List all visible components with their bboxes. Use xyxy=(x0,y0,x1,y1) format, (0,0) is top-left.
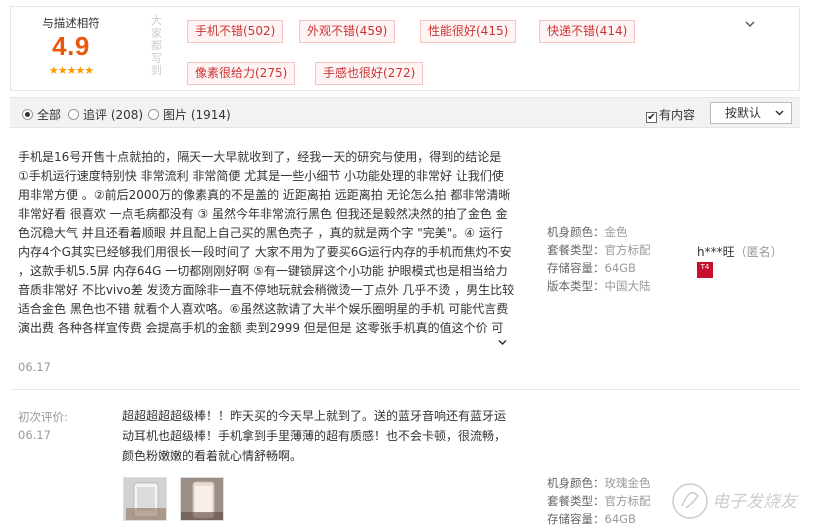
review-line: 适合金色 黑色也不错 就看个人喜欢咯。⑥虽然这款请了大半个娱乐圈明星的手机 可能… xyxy=(18,302,509,316)
first-review-label: 初次评价: xyxy=(18,410,68,424)
review-line: ①手机运行速度特别快 非常流利 非常简便 尤其是一些小细节 小功能处理的非常好 … xyxy=(18,169,504,183)
tag-item[interactable]: 手感也很好(272) xyxy=(315,62,424,85)
tag-item[interactable]: 外观不错(459) xyxy=(299,20,396,43)
radio-icon xyxy=(148,109,159,120)
tags-title: 大家都写到 xyxy=(151,14,162,77)
tag-item[interactable]: 性能很好(415) xyxy=(420,20,517,43)
filter-all-label: 全部 xyxy=(37,108,62,122)
sort-select[interactable]: 按默认 xyxy=(710,102,792,124)
chevron-down-icon[interactable] xyxy=(745,18,755,31)
review-line: 内存4个G其实已经够我们用很长一段时间了 大家不用为了要买6G运行内存的手机而焦… xyxy=(18,245,512,259)
review-date: 06.17 xyxy=(18,360,51,374)
has-content-checkbox[interactable]: ✔ 有内容 xyxy=(646,106,695,123)
review-date: 06.17 xyxy=(18,428,51,442)
tag-item[interactable]: 快递不错(414) xyxy=(539,20,636,43)
chevron-down-icon xyxy=(775,103,784,131)
tag-item[interactable]: 手机不错(502) xyxy=(187,20,284,43)
sku-prop-row: 机身颜色：玫瑰金色 xyxy=(547,476,651,490)
filter-all-radio[interactable]: 全部 xyxy=(22,106,61,123)
filter-images-label: 图片 (1914) xyxy=(163,108,231,122)
sort-select-value: 按默认 xyxy=(725,106,762,120)
review-photo-thumbnail[interactable] xyxy=(180,477,224,521)
score-block: 与描述相符 4.9 ★★★★★ xyxy=(11,7,131,90)
has-content-label: 有内容 xyxy=(659,108,696,122)
sku-prop-row: 版本类型：中国大陆 xyxy=(547,279,651,293)
sku-prop-row: 存储容量：64GB xyxy=(547,512,636,526)
review-divider xyxy=(10,389,800,390)
member-level-badge-icon: T4 xyxy=(697,262,713,278)
review-line: 动耳机也超级棒！手机拿到手里薄薄的超有质感！也不会卡顿，很流畅， xyxy=(122,429,507,443)
score-caption: 与描述相符 xyxy=(42,16,100,30)
tag-item[interactable]: 像素很给力(275) xyxy=(187,62,296,85)
filter-images-radio[interactable]: 图片 (1914) xyxy=(148,106,231,123)
review-line: ，这款手机5.5屏 内存64G 一切都刚刚好啊 ⑤有一键锁屏这个小功能 护眼模式… xyxy=(18,264,508,278)
reviewer-name[interactable]: h***旺（匿名） xyxy=(697,243,783,260)
sku-props: 机身颜色：金色 套餐类型：官方标配 存储容量：64GB 版本类型：中国大陆 xyxy=(547,223,651,295)
sku-props: 机身颜色：玫瑰金色 套餐类型：官方标配 存储容量：64GB xyxy=(547,474,651,528)
filter-append-label: 追评 (208) xyxy=(83,108,144,122)
review-photo-thumbnail[interactable] xyxy=(123,477,167,521)
review-content: 超超超超超级棒！！昨天买的今天早上就到了。送的蓝牙音响还有蓝牙运 动耳机也超级棒… xyxy=(122,406,506,466)
sku-prop-row: 机身颜色：金色 xyxy=(547,225,628,239)
filter-append-radio[interactable]: 追评 (208) xyxy=(68,106,143,123)
review-line: 超超超超超级棒！！昨天买的今天早上就到了。送的蓝牙音响还有蓝牙运 xyxy=(122,409,507,423)
svg-text:电子发烧友: 电子发烧友 xyxy=(712,492,799,512)
sku-prop-row: 存储容量：64GB xyxy=(547,261,636,275)
review-content: 手机是16号开售十点就拍的，隔天一大早就收到了，经我一天的研究与使用，得到的结论… xyxy=(18,148,514,338)
review-line: 手机是16号开售十点就拍的，隔天一大早就收到了，经我一天的研究与使用，得到的结论… xyxy=(18,150,502,164)
review-line: 颜色粉嫩嫩的看着就心情舒畅啊。 xyxy=(122,449,303,463)
watermark-logo: 电子发烧友 xyxy=(670,478,810,524)
radio-selected-icon xyxy=(22,109,33,120)
rating-summary: 与描述相符 4.9 ★★★★★ 大家都写到 手机不错(502) 外观不错(459… xyxy=(10,6,800,91)
anonymous-label: （匿名） xyxy=(734,245,783,259)
review-line: 演出费 各种各样宣传费 会提高手机的金额 卖到2999 但是但是 这零张手机真的… xyxy=(18,321,504,335)
review-line: 非常好看 很喜欢 一点毛病都没有 ③ 虽然今年非常流行黑色 但我还是毅然决然的拍… xyxy=(18,207,508,221)
star-rating: ★★★★★ xyxy=(48,64,94,77)
sku-prop-row: 套餐类型：官方标配 xyxy=(547,494,651,508)
review-line: 音质非常好 不比vivo差 发烫方面除非一直不停地玩就会稍微烫一丁点外 几乎不烫… xyxy=(18,283,515,297)
radio-icon xyxy=(68,109,79,120)
score-value: 4.9 xyxy=(52,31,90,61)
expand-review-icon[interactable] xyxy=(498,338,507,349)
review-line: 色沉稳大气 并且还看着顺眼 并且配上自己买的黑色壳子 ，真的就是两个字 "完美"… xyxy=(18,226,503,240)
sku-prop-row: 套餐类型：官方标配 xyxy=(547,243,651,257)
review-line: 用非常方便 。②前后2000万的像素真的不是盖的 近距离拍 远距离拍 无论怎么拍… xyxy=(18,188,511,202)
checkbox-checked-icon: ✔ xyxy=(646,112,657,123)
review-filter-bar: 全部 追评 (208) 图片 (1914) ✔ 有内容 按默认 xyxy=(10,97,800,128)
